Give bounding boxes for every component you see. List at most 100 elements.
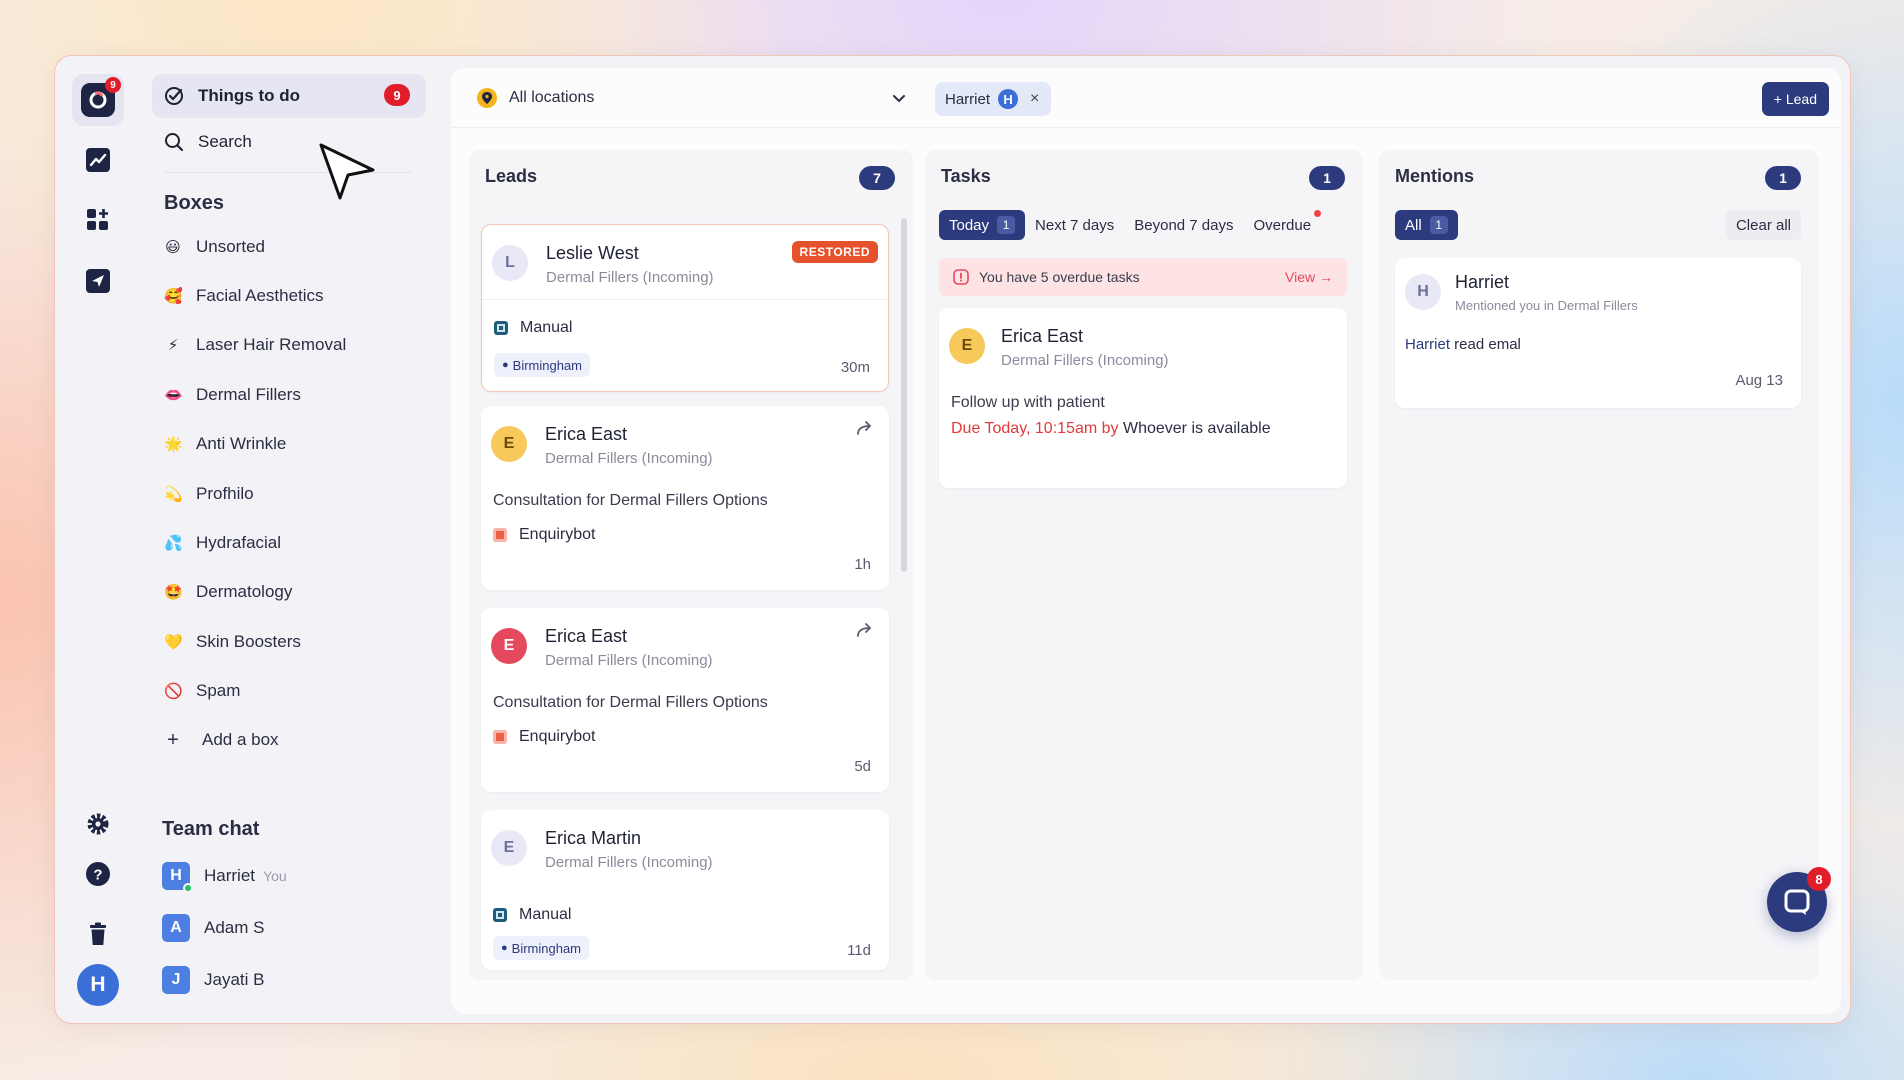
tasks-column: Tasks 1 Today 1 Next 7 days Beyond 7 day… [925, 150, 1363, 980]
add-box-label: Add a box [202, 730, 279, 749]
box-item-dermal-fillers[interactable]: 👄 Dermal Fillers [164, 380, 301, 410]
nav-things-to-do-label: Things to do [198, 86, 300, 105]
topbar: All locations Harriet H × + Lead [451, 68, 1841, 128]
tab-today[interactable]: Today 1 [939, 210, 1026, 240]
filter-chip-avatar: H [998, 89, 1019, 109]
tab-beyond-7-days[interactable]: Beyond 7 days [1124, 210, 1243, 240]
chat-launcher-button[interactable]: 8 [1767, 867, 1831, 932]
box-emoji-icon: 🥰 [164, 288, 183, 305]
box-label: Facial Aesthetics [196, 286, 324, 305]
lead-name: Erica Martin [545, 828, 642, 848]
box-emoji-icon: 👄 [164, 387, 183, 404]
box-emoji-icon: 🤩 [164, 584, 183, 601]
tab-overdue[interactable]: Overdue [1244, 210, 1322, 240]
tasks-tabs: Today 1 Next 7 days Beyond 7 days Overdu… [939, 210, 1322, 240]
tasks-title: Tasks [941, 166, 991, 186]
lead-source: Enquirybot [493, 728, 596, 746]
icon-rail: 9 ? H [55, 56, 145, 1023]
svg-text:?: ? [93, 867, 102, 884]
box-item-laser-hair-removal[interactable]: ⚡ Laser Hair Removal [164, 330, 347, 360]
lead-card[interactable]: L Leslie West Dermal Fillers (Incoming) … [481, 224, 889, 392]
box-item-facial-aesthetics[interactable]: 🥰 Facial Aesthetics [164, 281, 324, 311]
box-item-spam[interactable]: 🚫 Spam [164, 676, 240, 706]
logo-notification-badge: 9 [105, 77, 121, 93]
team-member-jayati[interactable]: J Jayati B [162, 966, 264, 994]
nav-things-to-do[interactable]: Things to do 9 [152, 74, 426, 118]
mention-card[interactable]: H Harriet Mentioned you in Dermal Filler… [1395, 258, 1801, 408]
box-item-profhilo[interactable]: 💫 Profhilo [164, 479, 254, 509]
task-card[interactable]: E Erica East Dermal Fillers (Incoming) F… [939, 308, 1347, 488]
apps-grid-icon [87, 209, 108, 230]
mention-date: Aug 13 [1735, 372, 1783, 389]
lead-description: Consultation for Dermal Fillers Options [493, 694, 768, 711]
team-member-adam[interactable]: A Adam S [162, 914, 264, 942]
clear-all-button[interactable]: Clear all [1725, 210, 1801, 240]
lead-source-label: Enquirybot [519, 526, 596, 543]
team-member-harriet[interactable]: H Harriet You [162, 862, 287, 893]
lead-source-label: Manual [519, 906, 572, 923]
tab-overdue-label: Overdue [1253, 216, 1312, 234]
chat-unread-badge: 8 [1807, 867, 1831, 891]
analytics-button[interactable] [72, 134, 124, 186]
add-lead-button[interactable]: + Lead [1761, 82, 1829, 116]
box-item-unsorted[interactable]: 😃 Unsorted [164, 232, 265, 262]
tab-today-label: Today [949, 216, 990, 234]
box-emoji-icon: 💫 [164, 486, 183, 503]
add-box-button[interactable]: + Add a box [164, 725, 279, 755]
manual-source-icon [493, 908, 507, 922]
help-button[interactable]: ? [72, 848, 124, 900]
lead-location-label: Birmingham [512, 357, 583, 373]
box-label: Skin Boosters [196, 632, 301, 651]
lead-card[interactable]: E Erica East Dermal Fillers (Incoming) C… [481, 608, 889, 792]
location-select[interactable]: All locations [477, 80, 909, 116]
team-member-name: Adam S [204, 918, 265, 937]
lead-source: Enquirybot [493, 526, 596, 544]
task-description: Follow up with patient [951, 394, 1105, 411]
close-icon[interactable]: × [1030, 90, 1039, 108]
box-label: Spam [196, 681, 241, 700]
forward-icon[interactable] [855, 420, 875, 436]
trash-button[interactable] [72, 908, 124, 960]
lead-subtitle: Dermal Fillers (Incoming) [546, 269, 714, 286]
alert-icon [953, 269, 969, 285]
box-emoji-icon: 💦 [164, 535, 183, 552]
location-pin-icon: ● [502, 359, 509, 371]
tab-all[interactable]: All 1 [1395, 210, 1458, 240]
box-item-hydrafacial[interactable]: 💦 Hydrafacial [164, 528, 281, 558]
lead-avatar: E [491, 628, 527, 664]
user-avatar[interactable]: H [77, 964, 119, 1006]
nav-search-label: Search [198, 132, 252, 151]
campaigns-button[interactable] [72, 255, 124, 307]
tab-all-label: All [1405, 216, 1422, 234]
mouse-cursor-icon [319, 143, 375, 200]
mentions-tabs: All 1 [1395, 210, 1458, 240]
overdue-alert-bar: You have 5 overdue tasks View → [939, 258, 1347, 296]
lead-time: 30m [840, 359, 870, 376]
lead-card[interactable]: E Erica Martin Dermal Fillers (Incoming)… [481, 810, 889, 970]
box-item-dermatology[interactable]: 🤩 Dermatology [164, 577, 292, 607]
forward-icon[interactable] [855, 622, 875, 638]
home-logo-button[interactable]: 9 [72, 74, 124, 126]
lead-name: Erica East [545, 626, 628, 646]
location-pin-icon [477, 88, 497, 108]
tab-today-count: 1 [997, 216, 1016, 234]
team-member-avatar: H [162, 862, 193, 893]
chevron-down-icon [893, 95, 905, 103]
enquirybot-icon [493, 730, 507, 744]
lead-card[interactable]: E Erica East Dermal Fillers (Incoming) C… [481, 406, 889, 590]
box-item-skin-boosters[interactable]: 💛 Skin Boosters [164, 627, 301, 657]
box-item-anti-wrinkle[interactable]: 🌟 Anti Wrinkle [164, 429, 286, 459]
tab-next-7-days[interactable]: Next 7 days [1025, 210, 1124, 240]
user-filter-chip[interactable]: Harriet H × [935, 82, 1052, 116]
check-circle-icon [165, 87, 183, 105]
task-assignee: Whoever is available [1122, 420, 1271, 437]
apps-button[interactable] [72, 194, 124, 246]
box-emoji-icon: 🚫 [164, 683, 183, 700]
leads-scrollbar[interactable] [901, 218, 907, 572]
overdue-view-link[interactable]: View → [1285, 269, 1333, 285]
settings-button[interactable] [72, 798, 124, 850]
restored-badge: RESTORED [791, 241, 878, 263]
sidebar: Things to do 9 Search Boxes 😃 Unsorted 🥰 F… [152, 56, 482, 1023]
nav-search[interactable]: Search [152, 120, 426, 164]
task-due: Due Today, 10:15am by Whoever is availab… [951, 420, 1271, 438]
